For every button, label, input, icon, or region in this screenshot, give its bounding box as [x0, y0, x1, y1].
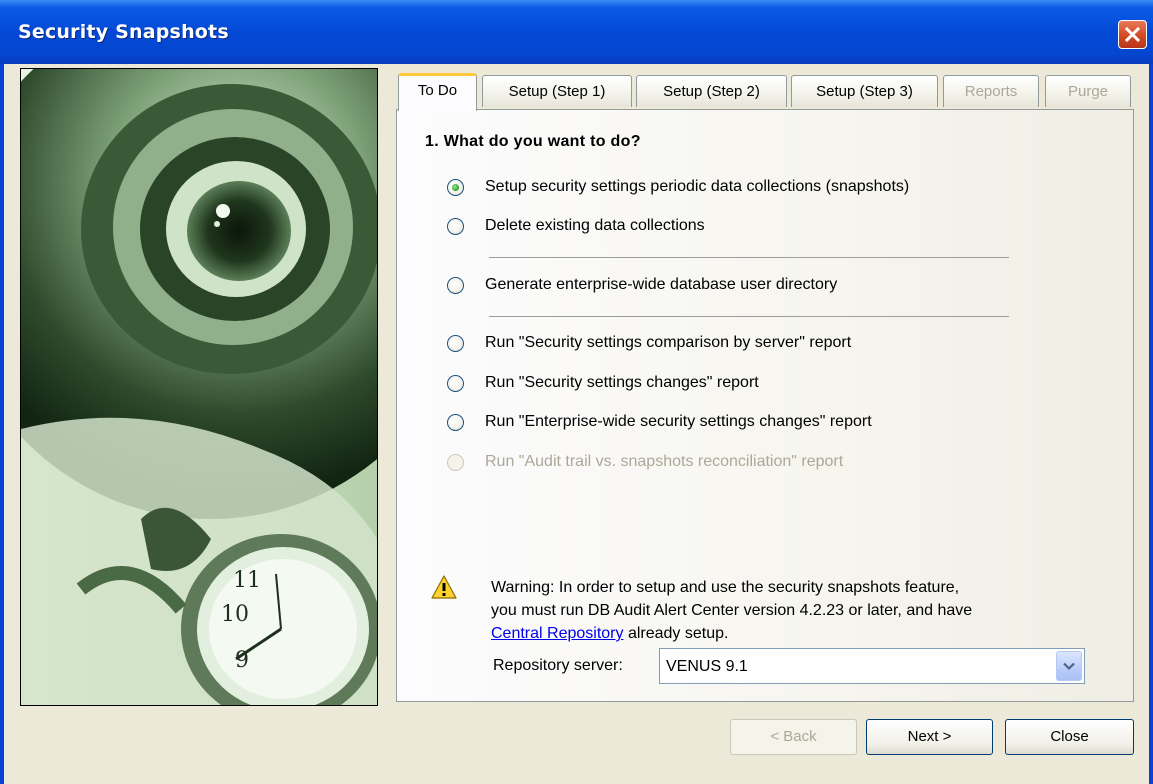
tab-setup-step-3[interactable]: Setup (Step 3): [791, 75, 938, 107]
security-snapshots-window: Security Snapshots 11 10 9 To Do Setup (…: [0, 0, 1153, 784]
repository-server-dropdown[interactable]: VENUS 9.1: [659, 648, 1085, 684]
option-label: Setup security settings periodic data co…: [485, 178, 910, 195]
svg-text:11: 11: [233, 568, 261, 593]
option-label: Delete existing data collections: [485, 217, 705, 234]
radio-button-disabled: [447, 454, 464, 471]
decorative-camera-lens-image: 11 10 9: [20, 68, 378, 706]
warning-icon: [431, 575, 457, 599]
repository-server-label: Repository server:: [493, 657, 623, 674]
dropdown-button[interactable]: [1056, 651, 1082, 681]
option-label: Run "Security settings comparison by ser…: [485, 334, 852, 351]
radio-button[interactable]: [447, 277, 464, 294]
tab-setup-step-2[interactable]: Setup (Step 2): [636, 75, 787, 107]
back-button[interactable]: < Back: [730, 719, 857, 755]
radio-button[interactable]: [447, 375, 464, 392]
to-do-tab-panel: 1. What do you want to do? Setup securit…: [396, 109, 1134, 702]
next-button[interactable]: Next >: [866, 719, 993, 755]
title-bar[interactable]: Security Snapshots: [0, 0, 1153, 64]
window-frame-right: [1149, 64, 1153, 784]
repository-server-value: VENUS 9.1: [666, 658, 748, 675]
radio-button[interactable]: [447, 414, 464, 431]
window-title: Security Snapshots: [18, 21, 229, 43]
option-label: Generate enterprise-wide database user d…: [485, 276, 838, 293]
option-label: Run "Security settings changes" report: [485, 374, 759, 391]
chevron-down-icon: [1063, 662, 1075, 671]
tab-setup-step-1[interactable]: Setup (Step 1): [482, 75, 632, 107]
question-heading: 1. What do you want to do?: [425, 133, 641, 150]
svg-text:9: 9: [235, 648, 249, 673]
central-repository-link[interactable]: Central Repository: [491, 625, 624, 642]
tab-reports[interactable]: Reports: [943, 75, 1039, 107]
separator-line: [489, 257, 1009, 258]
window-close-button[interactable]: [1118, 20, 1147, 49]
warning-line: Central Repository already setup.: [491, 622, 1111, 645]
option-label: Run "Audit trail vs. snapshots reconcili…: [485, 453, 844, 470]
warning-line: you must run DB Audit Alert Center versi…: [491, 602, 973, 619]
close-button[interactable]: Close: [1005, 719, 1134, 755]
option-label: Run "Enterprise-wide security settings c…: [485, 413, 872, 430]
radio-button-checked[interactable]: [447, 179, 464, 196]
warning-suffix: already setup.: [623, 625, 729, 642]
radio-button[interactable]: [447, 218, 464, 235]
lens-illustration: 11 10 9: [21, 69, 377, 705]
warning-line: Warning: In order to setup and use the s…: [491, 579, 960, 596]
radio-button[interactable]: [447, 335, 464, 352]
svg-text:10: 10: [221, 602, 249, 627]
tab-to-do[interactable]: To Do: [398, 73, 477, 111]
warning-message: Warning: In order to setup and use the s…: [491, 576, 1111, 645]
close-icon: [1124, 26, 1141, 43]
tab-purge[interactable]: Purge: [1045, 75, 1131, 107]
dialog-client-area: 11 10 9 To Do Setup (Step 1) Setup (Step…: [4, 64, 1149, 784]
separator-line: [489, 316, 1009, 317]
